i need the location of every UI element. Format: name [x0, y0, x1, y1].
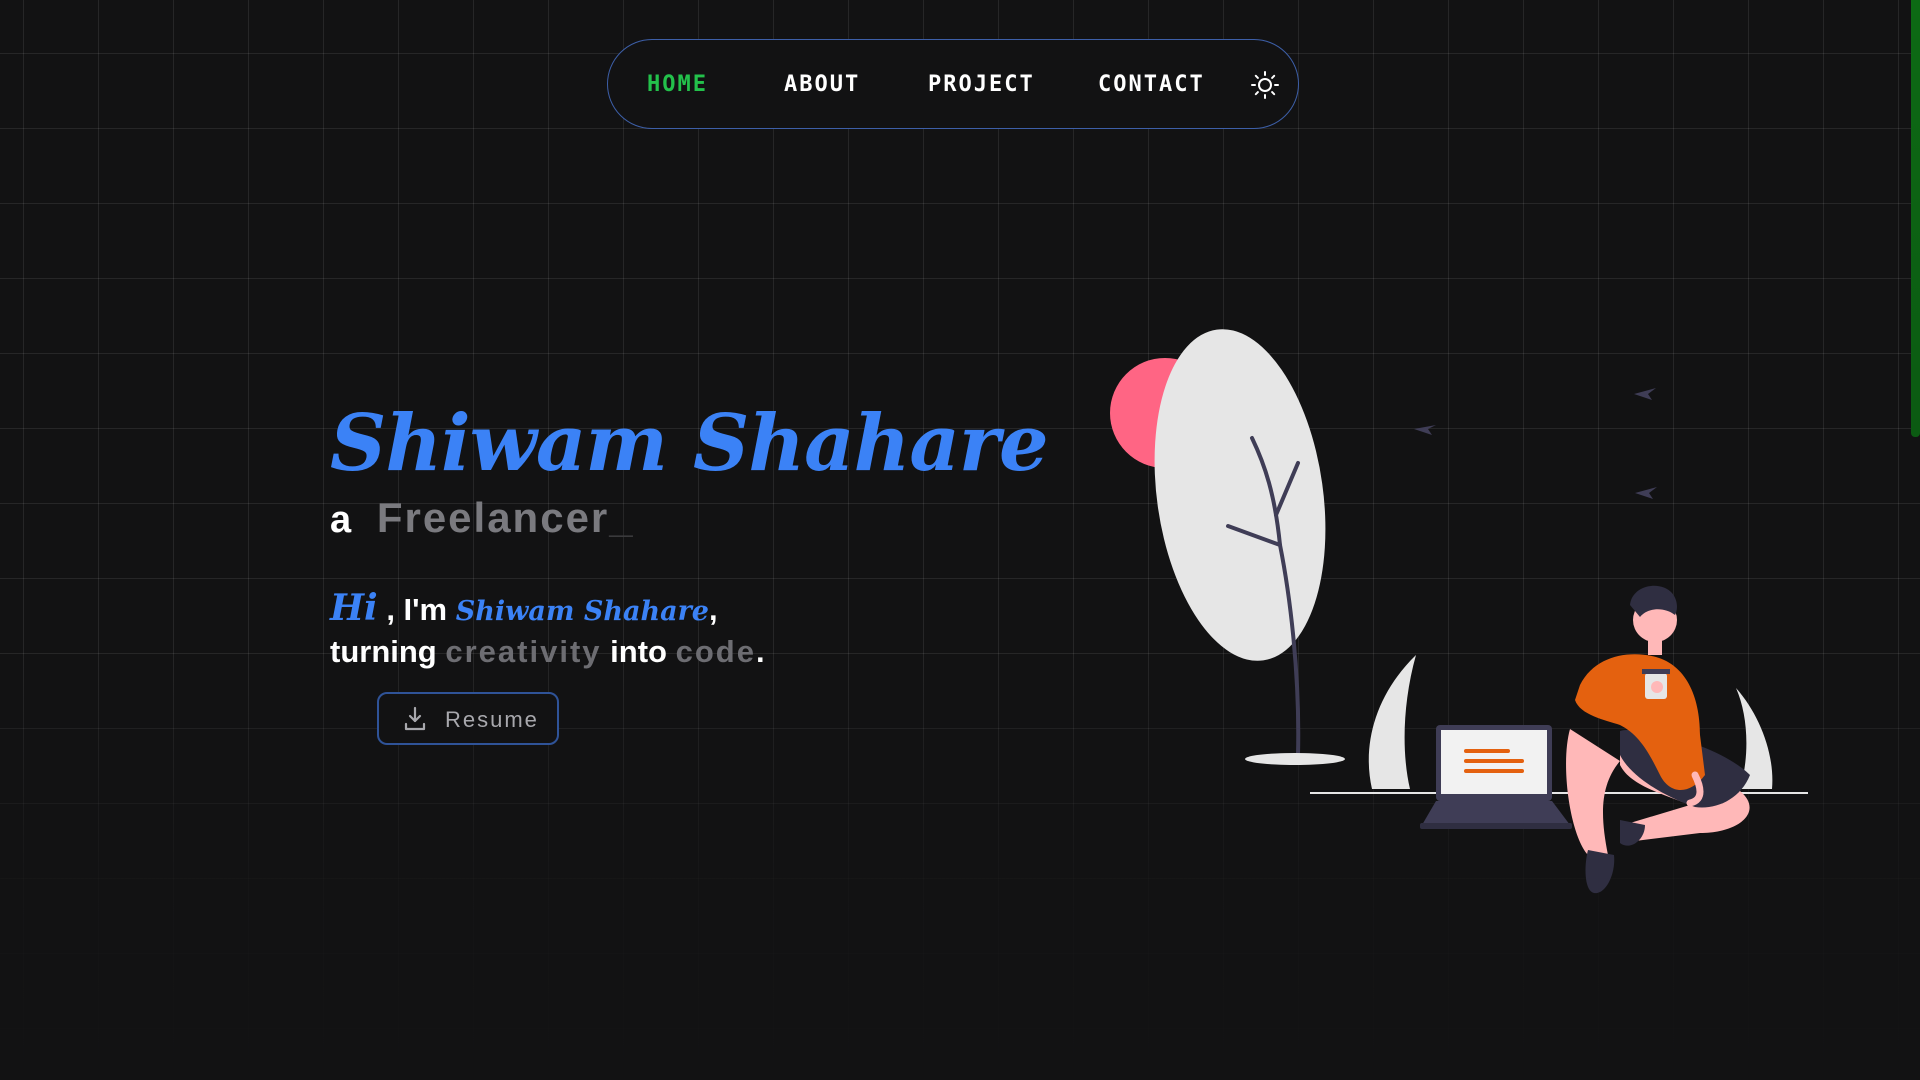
typing-cursor: _	[609, 494, 633, 541]
person	[1566, 585, 1750, 894]
hero-illustration	[1110, 329, 1808, 894]
grass-left	[1368, 655, 1416, 789]
resume-button[interactable]: Resume	[377, 692, 559, 745]
tagline-prefix: a	[330, 499, 352, 541]
hero-name: Shiwam Shahare	[330, 398, 1049, 489]
intro-comma: ,	[708, 592, 718, 627]
tree-ground	[1245, 753, 1345, 765]
nav-item-contact[interactable]: CONTACT	[1098, 72, 1205, 97]
laptop	[1420, 725, 1572, 829]
intro-code: code	[675, 634, 756, 669]
nav-item-home[interactable]: HOME	[647, 72, 708, 97]
intro-line-2: turning creativity into code.	[330, 632, 765, 672]
resume-label: Resume	[445, 707, 539, 732]
nav-item-about[interactable]: ABOUT	[784, 72, 860, 97]
birds	[1414, 388, 1657, 499]
hero-tagline: a Freelancer_	[330, 494, 633, 542]
intro-period: .	[755, 634, 765, 669]
theme-toggle-button[interactable]	[1250, 70, 1280, 100]
intro-im: , I'm	[386, 592, 448, 627]
download-icon	[404, 706, 426, 731]
tagline-role: Freelancer	[376, 494, 610, 541]
intro-creativity: creativity	[445, 634, 602, 669]
nav-item-project[interactable]: PROJECT	[928, 72, 1035, 97]
intro-hi: Hi	[330, 587, 378, 629]
hero-intro: Hi , I'm Shiwam Shahare, turning creativ…	[330, 588, 765, 672]
intro-turning: turning	[330, 634, 437, 669]
intro-name: Shiwam Shahare	[455, 596, 709, 627]
intro-line-1: Hi , I'm Shiwam Shahare,	[330, 588, 765, 632]
main-nav: HOME ABOUT PROJECT CONTACT	[607, 39, 1299, 129]
intro-into: into	[610, 634, 667, 669]
sun-icon	[1251, 71, 1279, 99]
scroll-progress-bar[interactable]	[1911, 0, 1920, 437]
